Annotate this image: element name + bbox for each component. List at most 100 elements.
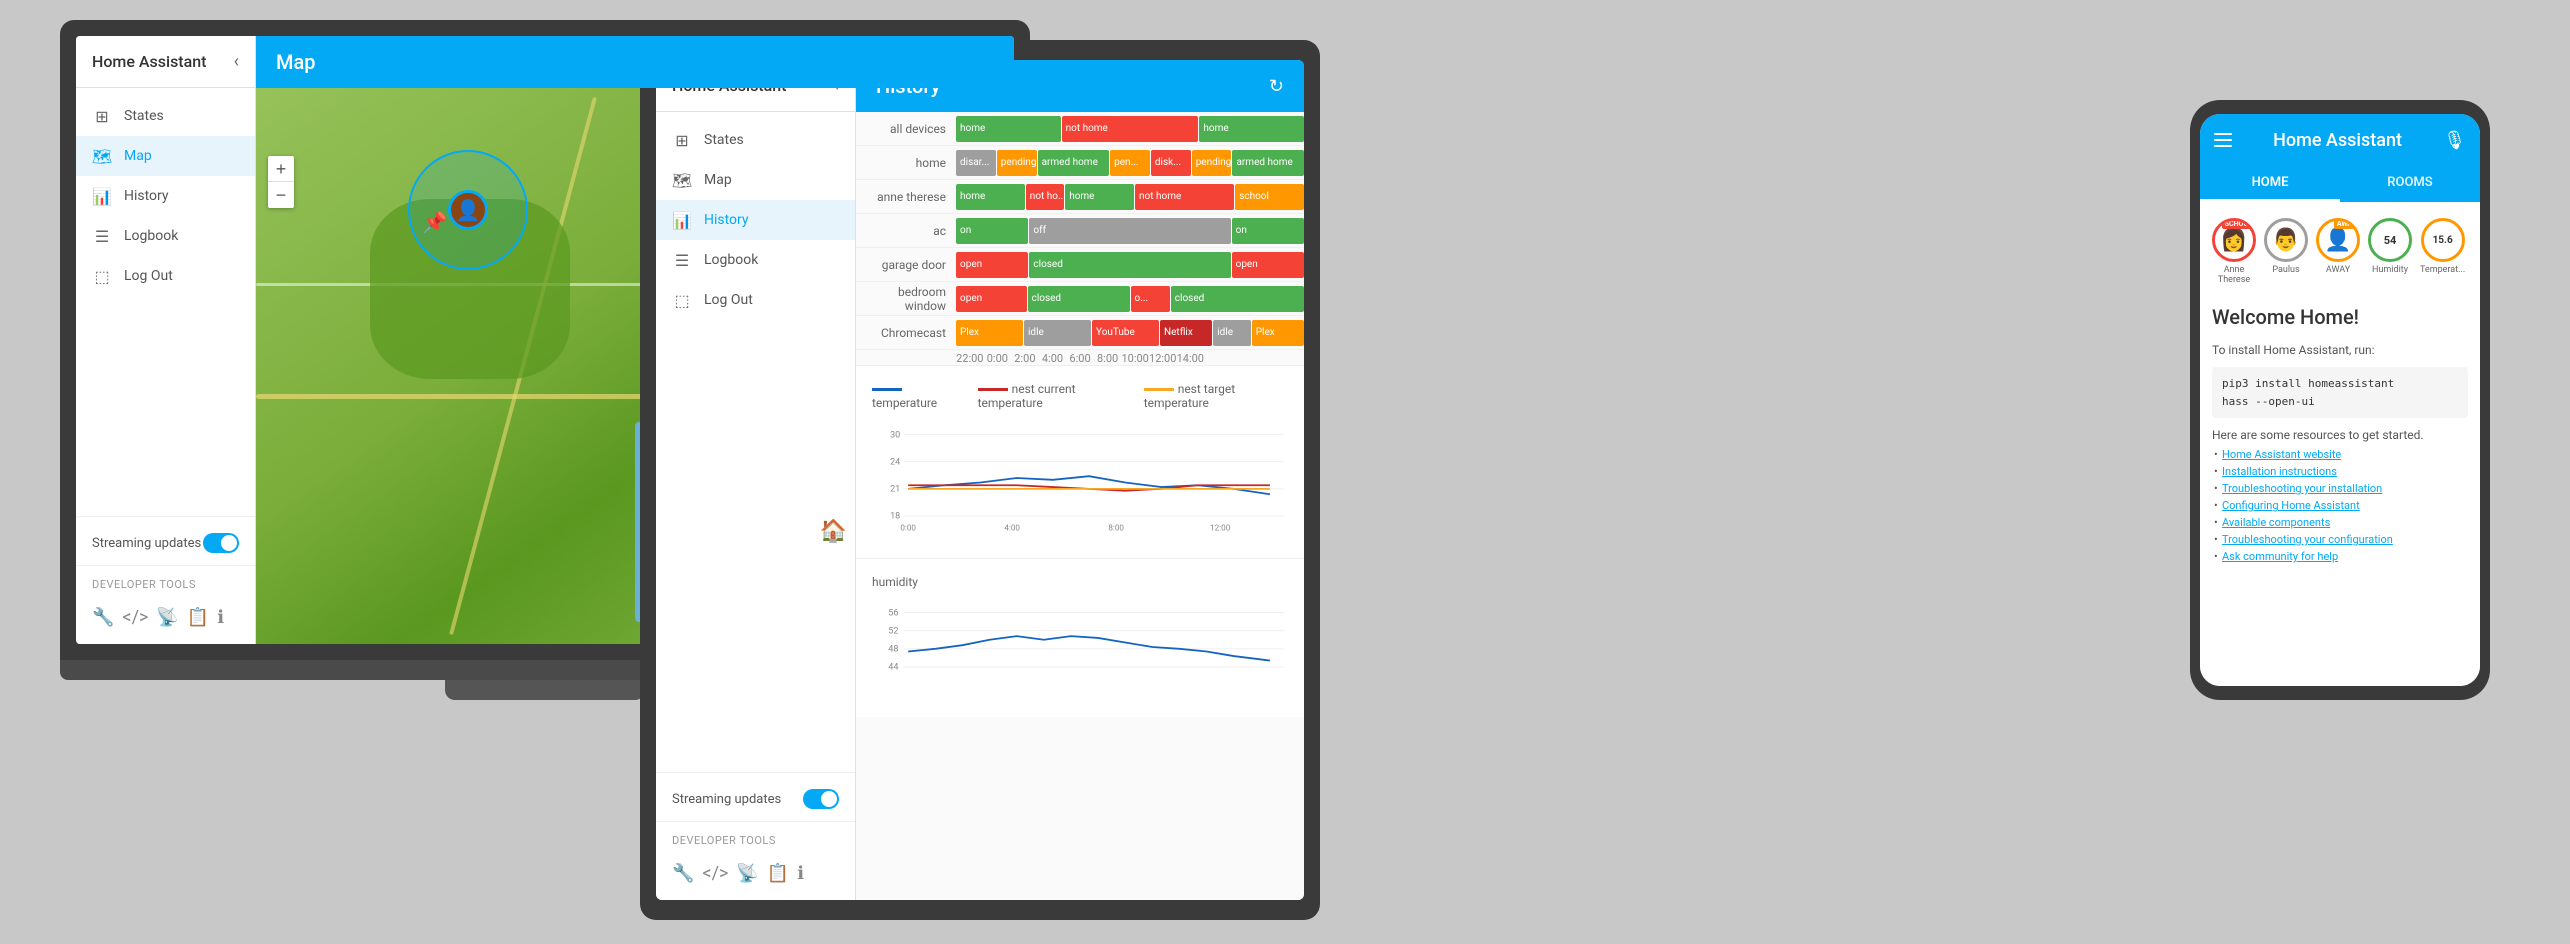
link-configuring-ha[interactable]: Configuring Home Assistant [2212, 499, 2468, 512]
link-troubleshoot-install[interactable]: Troubleshooting your installation [2212, 482, 2468, 495]
svg-text:48: 48 [888, 645, 898, 655]
hbar: pen... [1110, 150, 1150, 176]
tablet-nav-history[interactable]: 📊 History [656, 200, 855, 240]
svg-text:18: 18 [890, 512, 900, 522]
phone-menu-icon[interactable] [2214, 133, 2232, 147]
tablet-sidebar-streaming: Streaming updates [656, 772, 855, 821]
svg-text:8:00: 8:00 [1108, 522, 1124, 532]
hbar: not home [1062, 116, 1199, 142]
hbar: home [1065, 184, 1134, 210]
laptop-streaming-toggle[interactable] [203, 533, 239, 553]
tablet-nav-logbook-label: Logbook [704, 252, 758, 268]
tablet-nav-history-label: History [704, 212, 749, 228]
tablet-dev-icon-5[interactable]: ℹ [797, 863, 804, 884]
dev-icon-code[interactable]: </> [122, 607, 148, 628]
link-available-components[interactable]: Available components [2212, 516, 2468, 529]
dev-icon-info[interactable]: 🔧 [92, 607, 114, 628]
tablet-dev-icon-2[interactable]: </> [702, 863, 728, 884]
tablet-dev-icon-3[interactable]: 📡 [736, 863, 758, 884]
laptop-nav-logout[interactable]: ⬚ Log Out [76, 256, 255, 296]
hbar: o... [1131, 286, 1170, 312]
history-bars-all-devices: home not home home [956, 116, 1304, 142]
laptop-dev-tools-title: Developer Tools [92, 578, 239, 591]
laptop-nav-states[interactable]: ⊞ States [76, 96, 255, 136]
tablet-sidebar: Home Assistant ‹ ⊞ States 🗺 Map 📊 Histor… [656, 60, 856, 900]
away-avatar-label: AWAY [2326, 265, 2350, 275]
laptop-nav-logbook-label: Logbook [124, 228, 178, 244]
laptop-nav-map[interactable]: 🗺 Map [76, 136, 255, 176]
hbar: home [956, 184, 1025, 210]
phone-avatar-anne: 👩 SCHOOL AnneTherese [2212, 218, 2256, 285]
tablet-nav-states-label: States [704, 132, 744, 148]
map-icon: 🗺 [92, 146, 112, 166]
tablet-nav-logout[interactable]: ⬚ Log Out [656, 280, 855, 320]
humidity-label: humidity [872, 575, 918, 589]
svg-text:0:00: 0:00 [900, 522, 916, 532]
dev-icon-about[interactable]: ℹ [217, 607, 224, 628]
history-row-all-devices: all devices home not home home [856, 112, 1304, 146]
hbar: school [1235, 184, 1304, 210]
tablet-dev-tools-title: Developer Tools [672, 834, 839, 847]
tablet-refresh-icon[interactable]: ↻ [1269, 76, 1284, 97]
tablet-nav-logbook[interactable]: ☰ Logbook [656, 240, 855, 280]
phone-tab-rooms[interactable]: ROOMS [2340, 166, 2480, 202]
temp-stat-label: Temperat... [2420, 265, 2465, 275]
link-troubleshoot-config[interactable]: Troubleshooting your configuration [2212, 533, 2468, 546]
phone-tab-home[interactable]: HOME [2200, 166, 2340, 202]
install-code-line-2: hass --open-ui [2222, 393, 2458, 411]
timeline-label: 12:00 [1149, 352, 1177, 365]
history-label-chromecast: Chromecast [856, 326, 956, 340]
hbar: not home [1135, 184, 1234, 210]
laptop-nav-history[interactable]: 📊 History [76, 176, 255, 216]
hbar: idle [1024, 320, 1091, 346]
hbar: YouTube [1092, 320, 1159, 346]
svg-text:30: 30 [890, 430, 900, 440]
svg-text:44: 44 [888, 663, 898, 673]
legend-nest-target: nest target temperature [1144, 382, 1288, 410]
history-label-all-devices: all devices [856, 122, 956, 136]
timeline-label: 14:00 [1177, 352, 1205, 365]
tablet-dev-icon-4[interactable]: 📋 [767, 863, 789, 884]
laptop-app-title: Home Assistant [92, 52, 207, 71]
link-ha-website[interactable]: Home Assistant website [2212, 448, 2468, 461]
phone-nav: HOME ROOMS [2200, 166, 2480, 202]
hbar: open [956, 286, 1027, 312]
tablet-dev-icon-1[interactable]: 🔧 [672, 863, 694, 884]
link-community-help[interactable]: Ask community for help [2212, 550, 2468, 563]
phone-stat-humidity: 54 Humidity [2368, 218, 2412, 285]
phone-screen: Home Assistant 🎙 HOME ROOMS 👩 SCHOOL [2200, 114, 2480, 686]
history-table: all devices home not home home home di [856, 112, 1304, 350]
zoom-out-button[interactable]: − [268, 182, 294, 208]
laptop-dev-icons: 🔧 </> 📡 📋 ℹ [92, 599, 239, 636]
hbar: pending [1192, 150, 1232, 176]
tablet-main: History ↻ all devices home not home home [856, 60, 1304, 900]
laptop-nav-logbook[interactable]: ☰ Logbook [76, 216, 255, 256]
laptop-streaming-label: Streaming updates [92, 536, 201, 551]
history-bars-garage: open closed open [956, 252, 1304, 278]
phone-mic-icon[interactable]: 🎙 [2443, 130, 2466, 151]
dev-icon-wifi[interactable]: 📡 [156, 607, 178, 628]
history-label-ac: ac [856, 224, 956, 238]
logout-icon: ⬚ [92, 266, 112, 286]
tablet-nav-map[interactable]: 🗺 Map [656, 160, 855, 200]
away-avatar-circle: 👤 AWAY [2316, 218, 2360, 262]
hbar: closed [1171, 286, 1304, 312]
tablet-nav-states[interactable]: ⊞ States [656, 120, 855, 160]
dev-icon-template[interactable]: 📋 [187, 607, 209, 628]
history-row-ac: ac on off on [856, 214, 1304, 248]
tablet-nav-map-label: Map [704, 172, 732, 188]
tablet-streaming-toggle[interactable] [803, 789, 839, 809]
history-bars-anne: home not ho... home not home school [956, 184, 1304, 210]
hbar: armed home [1038, 150, 1110, 176]
laptop-nav-logout-label: Log Out [124, 268, 173, 284]
timeline-label: 4:00 [1039, 352, 1067, 365]
install-code-block: pip3 install homeassistant hass --open-u… [2212, 367, 2468, 418]
svg-text:4:00: 4:00 [1004, 522, 1020, 532]
history-bars-home: disar... pending armed home pen... disk.… [956, 150, 1304, 176]
laptop-nav-states-label: States [124, 108, 164, 124]
states-icon: ⊞ [92, 106, 112, 126]
laptop-close-icon[interactable]: ‹ [234, 51, 239, 72]
hbar: open [956, 252, 1028, 278]
link-install-instructions[interactable]: Installation instructions [2212, 465, 2468, 478]
zoom-in-button[interactable]: + [268, 156, 294, 182]
